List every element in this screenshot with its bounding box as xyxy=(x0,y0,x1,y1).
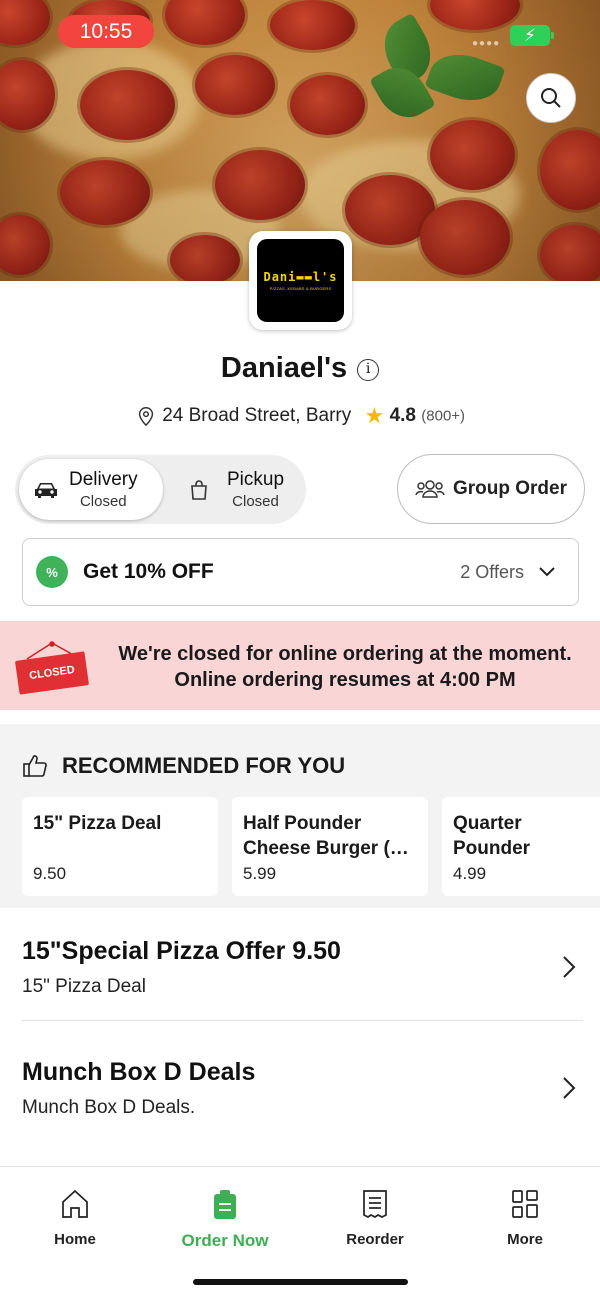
group-order-button[interactable]: Group Order xyxy=(397,454,585,524)
recommended-heading: RECOMMENDED FOR YOU xyxy=(22,753,345,779)
delivery-label: Delivery xyxy=(69,469,138,490)
recommended-item[interactable]: 15" Pizza Deal 9.50 xyxy=(22,797,218,896)
offer-title: Get 10% OFF xyxy=(83,560,214,583)
category-title: 15"Special Pizza Offer 9.50 xyxy=(22,937,341,965)
signal-icon: ●●●● xyxy=(472,38,501,49)
category-row[interactable]: Munch Box D Deals Munch Box D Deals. xyxy=(22,1058,578,1119)
restaurant-logo: Dani▬▬l's PIZZAS, KEBABS & BURGERS xyxy=(249,231,352,330)
location-pin-icon xyxy=(138,407,154,427)
offer-count: 2 Offers xyxy=(460,561,524,582)
recommended-item-name: Quarter Pounder Cheese Burger ( xyxy=(453,813,531,859)
order-mode-toggle: Delivery Closed Pickup Closed xyxy=(15,455,306,524)
car-icon xyxy=(35,482,57,498)
recommended-item-price: 5.99 xyxy=(243,864,277,883)
restaurant-name: Daniael's xyxy=(220,352,348,384)
nav-order-now-label: Order Now xyxy=(181,1231,269,1250)
recommended-item[interactable]: Quarter Pounder Cheese Burger ( 4.99 xyxy=(442,797,600,896)
discount-badge-icon: % xyxy=(36,556,68,588)
home-indicator[interactable] xyxy=(193,1279,408,1285)
nav-home-label: Home xyxy=(54,1231,96,1248)
nav-order-now[interactable]: Order Now xyxy=(165,1188,285,1251)
category-row[interactable]: 15"Special Pizza Offer 9.50 15" Pizza De… xyxy=(22,937,578,998)
closed-line-2: Online ordering resumes at 4:00 PM xyxy=(174,669,516,691)
address-text: 24 Broad Street, Barry xyxy=(162,405,352,426)
rating-count: (800+) xyxy=(421,407,466,425)
nav-home[interactable]: Home xyxy=(15,1188,135,1248)
offers-card[interactable]: % Get 10% OFF 2 Offers xyxy=(22,538,579,606)
recommended-item-price: 4.99 xyxy=(453,864,487,883)
search-icon xyxy=(541,88,561,108)
home-icon xyxy=(62,1189,88,1218)
nav-more[interactable]: More xyxy=(465,1188,585,1248)
recommended-item-name: 15" Pizza Deal xyxy=(33,813,162,834)
status-time: 10:55 xyxy=(58,15,154,48)
search-button[interactable] xyxy=(526,73,576,123)
chevron-right-icon[interactable] xyxy=(562,1076,576,1100)
group-icon xyxy=(415,480,445,498)
chevron-right-icon[interactable] xyxy=(562,955,576,979)
nav-more-label: More xyxy=(507,1231,543,1248)
order-icon xyxy=(214,1190,236,1219)
divider xyxy=(22,1020,583,1021)
category-subtitle: 15" Pizza Deal xyxy=(22,976,146,997)
recommended-title: RECOMMENDED FOR YOU xyxy=(62,753,346,778)
address-rating-row: 24 Broad Street, Barry ★ 4.8 (800+) xyxy=(0,403,600,429)
group-order-label: Group Order xyxy=(452,478,567,499)
star-icon: ★ xyxy=(364,403,385,428)
grid-icon xyxy=(512,1190,538,1218)
recommended-item-name: Half Pounder Cheese Burger (… xyxy=(243,813,409,859)
receipt-icon xyxy=(363,1190,387,1218)
delivery-status: Closed xyxy=(79,493,127,510)
shopping-bag-icon xyxy=(191,479,207,500)
info-icon[interactable]: i xyxy=(357,359,380,381)
nav-reorder[interactable]: Reorder xyxy=(315,1188,435,1248)
battery-icon: ⚡ xyxy=(510,25,554,46)
logo-tagline: PIZZAS, KEBABS & BURGERS xyxy=(269,286,332,291)
pickup-option[interactable]: Pickup Closed xyxy=(185,459,303,520)
chevron-down-icon xyxy=(539,567,555,577)
restaurant-name-row: Daniael's i xyxy=(0,352,600,385)
nav-reorder-label: Reorder xyxy=(346,1231,404,1248)
closed-message: We're closed for online ordering at the … xyxy=(110,641,580,693)
pickup-label: Pickup xyxy=(227,469,285,490)
delivery-option[interactable]: Delivery Closed xyxy=(19,459,163,520)
category-subtitle: Munch Box D Deals. xyxy=(22,1097,196,1118)
category-title: Munch Box D Deals xyxy=(22,1058,256,1086)
logo-text: Dani▬▬l's xyxy=(263,270,338,284)
recommended-item[interactable]: Half Pounder Cheese Burger (… 5.99 xyxy=(232,797,428,896)
closed-line-1: We're closed for online ordering at the … xyxy=(118,643,572,665)
recommended-item-price: 9.50 xyxy=(33,864,67,883)
rating-value: 4.8 xyxy=(389,405,416,426)
thumbs-up-icon xyxy=(23,755,47,777)
pickup-status: Closed xyxy=(232,493,279,510)
